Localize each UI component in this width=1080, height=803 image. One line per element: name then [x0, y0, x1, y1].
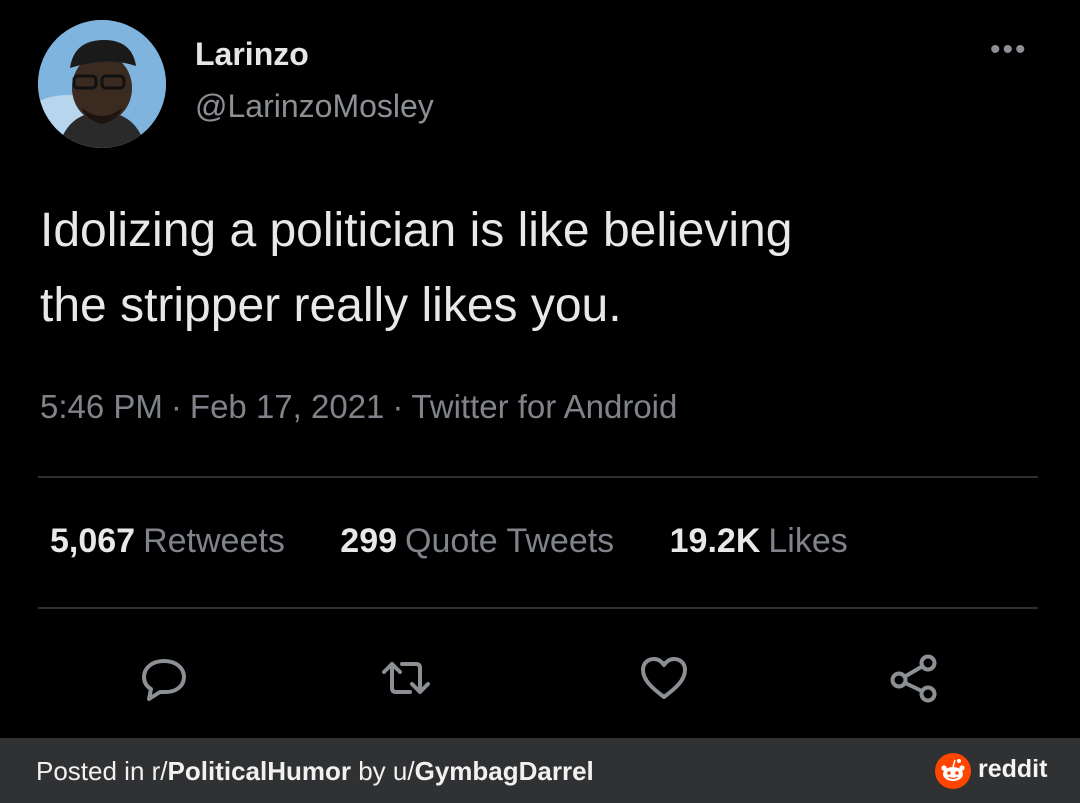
- posted-in-text: Posted in r/PoliticalHumor by u/GymbagDa…: [36, 756, 594, 787]
- share-button[interactable]: [886, 650, 942, 706]
- retweets-count: 5,067: [50, 522, 136, 560]
- retweet-button[interactable]: [378, 650, 434, 706]
- tweet-text: Idolizing a politician is like believing…: [40, 193, 1040, 343]
- quote-tweets-stat[interactable]: 299 Quote Tweets: [340, 522, 614, 561]
- avatar-image: [38, 20, 166, 148]
- like-icon: [641, 657, 687, 699]
- username-link[interactable]: GymbagDarrel: [415, 756, 594, 786]
- retweets-stat[interactable]: 5,067 Retweets: [50, 522, 285, 561]
- share-icon: [890, 654, 937, 703]
- likes-label: Likes: [768, 522, 848, 560]
- likes-stat[interactable]: 19.2K Likes: [670, 522, 848, 561]
- posted-by: by u/: [351, 756, 415, 786]
- retweets-label: Retweets: [143, 522, 285, 560]
- like-button[interactable]: [636, 650, 692, 706]
- reddit-footer-bar: Posted in r/PoliticalHumor by u/GymbagDa…: [0, 738, 1080, 803]
- reply-button[interactable]: [136, 650, 192, 706]
- user-handle[interactable]: @LarinzoMosley: [195, 88, 434, 125]
- subreddit-link[interactable]: PoliticalHumor: [168, 756, 351, 786]
- likes-count: 19.2K: [669, 522, 761, 560]
- retweet-icon: [382, 662, 430, 694]
- reply-icon: [142, 659, 186, 701]
- meta-separator: ·: [392, 388, 404, 425]
- more-options-icon[interactable]: •••: [990, 35, 1040, 65]
- reddit-logo-icon: [935, 753, 971, 789]
- quote-tweets-count: 299: [340, 522, 398, 560]
- tweet-stats: 5,067 Retweets 299 Quote Tweets 19.2K Likes: [50, 522, 894, 561]
- tweet-source[interactable]: Twitter for Android: [411, 388, 677, 425]
- tweet-date[interactable]: Feb 17, 2021: [190, 388, 385, 425]
- reddit-brand[interactable]: reddit: [978, 755, 1047, 784]
- tweet-text-line-1: Idolizing a politician is like believing: [40, 204, 793, 257]
- divider: [38, 607, 1038, 609]
- display-name[interactable]: Larinzo: [195, 36, 309, 73]
- divider: [38, 476, 1038, 478]
- quote-tweets-label: Quote Tweets: [405, 522, 615, 560]
- tweet-card: Larinzo @LarinzoMosley ••• Idolizing a p…: [0, 0, 1080, 738]
- posted-prefix: Posted in r/: [36, 756, 168, 786]
- meta-separator: ·: [170, 388, 182, 425]
- avatar[interactable]: [38, 20, 166, 148]
- tweet-time[interactable]: 5:46 PM: [40, 388, 163, 425]
- tweet-meta: 5:46 PM · Feb 17, 2021 · Twitter for Android: [40, 388, 677, 426]
- tweet-text-line-2: the stripper really likes you.: [40, 279, 622, 332]
